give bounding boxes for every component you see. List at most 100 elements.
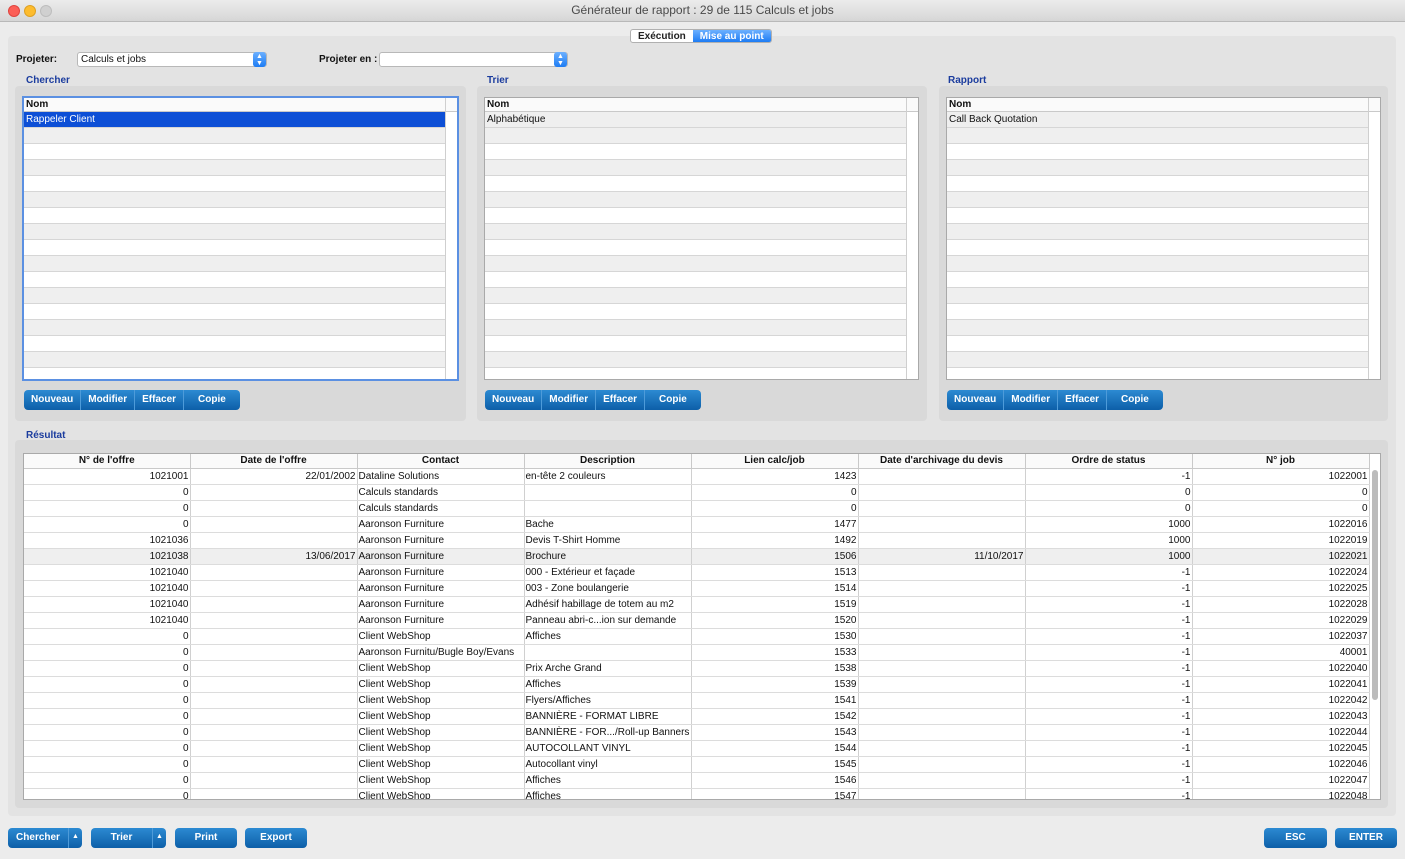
table-cell: 0: [1025, 484, 1193, 501]
table-cell: 1022019: [1192, 532, 1370, 549]
table-cell: [190, 612, 358, 629]
table-cell: [190, 756, 358, 773]
table-cell: 1547: [691, 788, 859, 799]
table-cell: 1022041: [1192, 676, 1370, 693]
column-header[interactable]: Date de l'offre: [190, 454, 358, 469]
column-header[interactable]: Lien calc/job: [691, 454, 859, 469]
table-row[interactable]: 0 Client WebShop Affiches 1530 -1 1022037: [24, 628, 1370, 645]
search-new-button[interactable]: Nouveau: [24, 390, 82, 410]
result-table[interactable]: N° de l'offre Date de l'offre Contact De…: [23, 453, 1381, 800]
caret-up-icon[interactable]: ▲: [68, 828, 82, 848]
table-cell: Brochure: [524, 548, 692, 565]
empty-list-row: [485, 288, 906, 304]
empty-list-row: [947, 288, 1368, 304]
table-cell: [858, 772, 1026, 789]
column-header[interactable]: Contact: [357, 454, 525, 469]
table-row[interactable]: 1021040 Aaronson Furniture 003 - Zone boul…: [24, 580, 1370, 597]
tab-execution[interactable]: Exécution: [631, 30, 693, 42]
table-row[interactable]: 0 Client WebShop BANNIÈRE - FOR.../Roll-up…: [24, 724, 1370, 741]
column-header[interactable]: N° de l'offre: [24, 454, 191, 469]
table-cell: 40001: [1192, 644, 1370, 661]
sort-list[interactable]: Nom Alphabétique: [484, 97, 919, 380]
table-cell: 1021036: [24, 532, 191, 549]
caret-up-icon[interactable]: ▲: [152, 828, 166, 848]
esc-label: ESC: [1285, 832, 1306, 843]
report-new-button[interactable]: Nouveau: [947, 390, 1005, 410]
empty-list-row: [24, 176, 445, 192]
empty-list-row: [947, 176, 1368, 192]
close-window-icon[interactable]: [8, 5, 20, 17]
column-header[interactable]: Description: [524, 454, 692, 469]
table-cell: 1021038: [24, 548, 191, 565]
table-cell: 1000: [1025, 516, 1193, 533]
table-row[interactable]: 1021001 22/01/2002 Dataline Solutions en-tê…: [24, 468, 1370, 485]
chevron-updown-icon[interactable]: ▲ ▼: [253, 52, 266, 67]
enter-button[interactable]: ENTER: [1335, 828, 1397, 848]
table-row[interactable]: 1021038 13/06/2017 Aaronson Furniture Broch…: [24, 548, 1370, 565]
empty-list-row: [24, 320, 445, 336]
column-header[interactable]: N° job: [1192, 454, 1370, 469]
list-item[interactable]: Call Back Quotation: [947, 112, 1368, 128]
mode-segmented-control: Exécution Mise au point: [630, 29, 772, 43]
column-header[interactable]: Ordre de status: [1025, 454, 1193, 469]
list-item[interactable]: Alphabétique: [485, 112, 906, 128]
report-list[interactable]: Nom Call Back Quotation: [946, 97, 1381, 380]
chevron-updown-icon[interactable]: ▲ ▼: [554, 52, 567, 67]
table-cell: 13/06/2017: [190, 548, 358, 565]
project-select[interactable]: Calculs et jobs ▲ ▼: [77, 52, 267, 67]
search-delete-button[interactable]: Effacer: [135, 390, 185, 410]
table-row[interactable]: 0 Client WebShop Flyers/Affiches 1541 -1 1022…: [24, 692, 1370, 709]
tab-debug[interactable]: Mise au point: [692, 30, 771, 42]
table-row[interactable]: 1021040 Aaronson Furniture Panneau abri-c.…: [24, 612, 1370, 629]
table-row[interactable]: 0 Client WebShop BANNIÈRE - FORMAT LIBRE 15…: [24, 708, 1370, 725]
table-cell: [190, 516, 358, 533]
search-list[interactable]: Nom Rappeler Client: [22, 96, 459, 381]
sort-list-header: Nom: [485, 98, 918, 112]
table-row[interactable]: 0 Calculs standards 0 0 0: [24, 484, 1370, 501]
search-edit-button[interactable]: Modifier: [81, 390, 136, 410]
vertical-scrollbar[interactable]: [1372, 470, 1378, 700]
sort-new-button[interactable]: Nouveau: [485, 390, 543, 410]
project-to-select[interactable]: ▲ ▼: [379, 52, 568, 67]
zoom-window-icon[interactable]: [40, 5, 52, 17]
table-row[interactable]: 0 Calculs standards 0 0 0: [24, 500, 1370, 517]
table-cell: 1022021: [1192, 548, 1370, 565]
esc-button[interactable]: ESC: [1264, 828, 1327, 848]
column-header[interactable]: Date d'archivage du devis: [858, 454, 1026, 469]
table-cell: 1022040: [1192, 660, 1370, 677]
table-row[interactable]: 0 Client WebShop AUTOCOLLANT VINYL 1544 -1 10…: [24, 740, 1370, 757]
report-copy-button[interactable]: Copie: [1107, 390, 1163, 410]
empty-list-row: [24, 352, 445, 368]
table-cell: Client WebShop: [357, 772, 525, 789]
print-button[interactable]: Print: [175, 828, 237, 848]
minimize-window-icon[interactable]: [24, 5, 36, 17]
table-row[interactable]: 1021036 Aaronson Furniture Devis T-Shirt H…: [24, 532, 1370, 549]
table-cell: 0: [691, 500, 859, 517]
search-copy-button[interactable]: Copie: [184, 390, 240, 410]
footer-search-button[interactable]: Chercher ▲: [8, 828, 82, 848]
table-row[interactable]: 0 Client WebShop Prix Arche Grand 1538 -1 102…: [24, 660, 1370, 677]
table-row[interactable]: 1021040 Aaronson Furniture 000 - Extérieur…: [24, 564, 1370, 581]
table-row[interactable]: 0 Aaronson Furniture Bache 1477 1000 1022016: [24, 516, 1370, 533]
report-delete-button[interactable]: Effacer: [1058, 390, 1108, 410]
table-cell: [858, 788, 1026, 799]
table-cell: 0: [24, 500, 191, 517]
export-button[interactable]: Export: [245, 828, 307, 848]
sort-copy-button[interactable]: Copie: [645, 390, 701, 410]
table-row[interactable]: 1021040 Aaronson Furniture Adhésif habilla…: [24, 596, 1370, 613]
sort-delete-button[interactable]: Effacer: [596, 390, 646, 410]
table-row[interactable]: 0 Client WebShop Autocollant vinyl 1545 -1 10…: [24, 756, 1370, 773]
footer-sort-button[interactable]: Trier ▲: [91, 828, 166, 848]
table-row[interactable]: 0 Client WebShop Affiches 1539 -1 1022041: [24, 676, 1370, 693]
list-item[interactable]: Rappeler Client: [24, 112, 445, 128]
table-cell: Aaronson Furniture: [357, 596, 525, 613]
table-cell: [190, 484, 358, 501]
table-row[interactable]: 0 Client WebShop Affiches 1547 -1 1022048: [24, 788, 1370, 799]
table-cell: 1513: [691, 564, 859, 581]
table-row[interactable]: 0 Client WebShop Affiches 1546 -1 1022047: [24, 772, 1370, 789]
report-edit-button[interactable]: Modifier: [1004, 390, 1059, 410]
empty-list-row: [24, 208, 445, 224]
table-row[interactable]: 0 Aaronson Furnitu/Bugle Boy/Evans 1533 -1 4…: [24, 644, 1370, 661]
sort-edit-button[interactable]: Modifier: [542, 390, 597, 410]
table-cell: 0: [24, 772, 191, 789]
